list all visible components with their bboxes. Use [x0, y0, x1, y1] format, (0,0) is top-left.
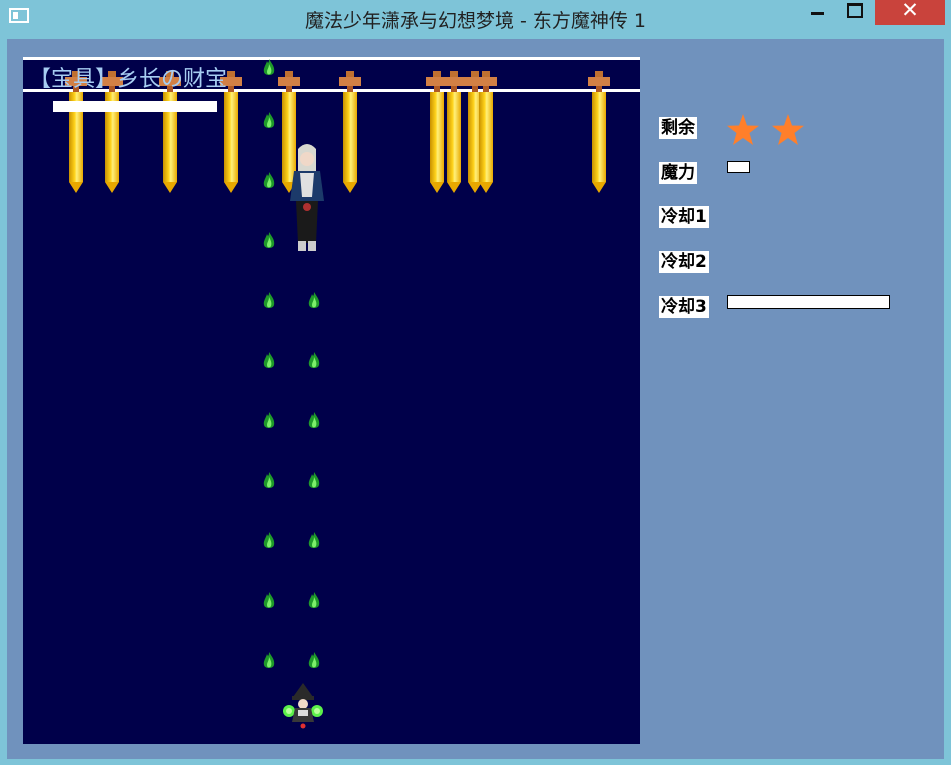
green-flame-icon [263, 112, 275, 130]
green-flame-icon [263, 592, 275, 610]
star-icon [772, 114, 804, 145]
star-icon [727, 114, 759, 145]
player-character [283, 683, 323, 729]
title-bar[interactable]: 魔法少年潇承与幻想梦境 - 东方魔神传 1 ✕ [0, 0, 951, 38]
green-flame-icon [308, 412, 320, 430]
cooldown1-label: 冷却1 [659, 206, 709, 228]
green-flame-icon [263, 412, 275, 430]
game-playfield[interactable]: 【宝具】乡长の财宝 [23, 57, 640, 744]
golden-sword-icon [588, 71, 610, 193]
cooldown3-bar [727, 295, 890, 309]
minimize-button[interactable] [800, 0, 834, 24]
boss-health-bar [53, 101, 217, 112]
green-flame-icon [263, 652, 275, 670]
mana-label: 魔力 [659, 162, 697, 184]
mana-bar [727, 161, 750, 173]
green-flame-icon [263, 59, 275, 77]
spell-card-name: 【宝具】乡长の财宝 [29, 67, 228, 92]
green-flame-icon [263, 352, 275, 370]
green-flame-icon [308, 352, 320, 370]
lives-label: 剩余 [659, 117, 697, 139]
boss-sprite [290, 144, 324, 251]
green-flame-icon [263, 472, 275, 490]
golden-sword-icon [475, 71, 497, 193]
golden-sword-icon [339, 71, 361, 193]
green-flame-icon [308, 592, 320, 610]
window-bottom-border [0, 759, 951, 765]
green-flame-icon [263, 292, 275, 310]
spell-banner-top-line [23, 57, 640, 60]
green-flame-icon [308, 472, 320, 490]
green-flame-icon [263, 532, 275, 550]
green-flame-icon [308, 292, 320, 310]
green-flame-icon [308, 652, 320, 670]
cooldown2-label: 冷却2 [659, 251, 709, 273]
maximize-button[interactable] [838, 0, 872, 24]
close-icon: ✕ [901, 0, 919, 22]
cooldown3-label: 冷却3 [659, 296, 709, 318]
close-button[interactable]: ✕ [875, 0, 945, 25]
golden-sword-icon [443, 71, 465, 193]
green-flame-icon [308, 532, 320, 550]
green-flame-icon [263, 232, 275, 250]
green-flame-icon [263, 172, 275, 190]
